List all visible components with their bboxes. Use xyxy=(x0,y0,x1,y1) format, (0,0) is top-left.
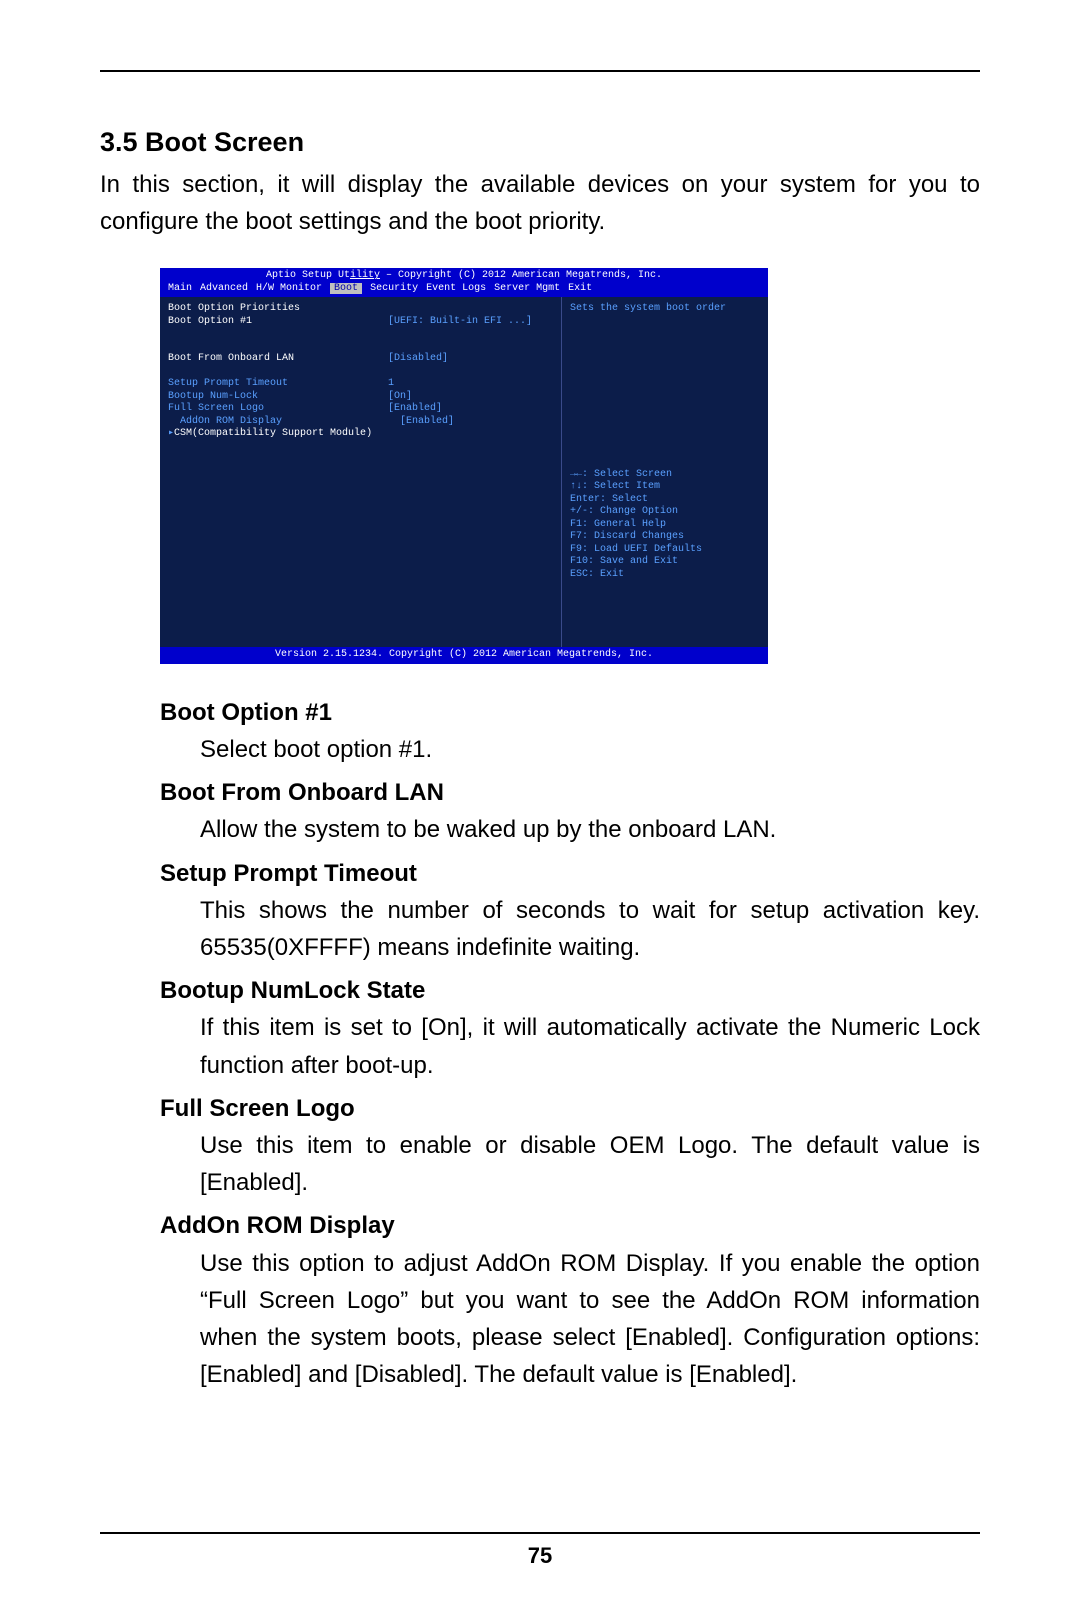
bios-help-line: F9: Load UEFI Defaults xyxy=(570,544,760,557)
bios-footer: Version 2.15.1234. Copyright (C) 2012 Am… xyxy=(160,647,768,664)
bios-row-value: [Enabled] xyxy=(400,416,454,429)
page-number: 75 xyxy=(0,1543,1080,1569)
bios-tab: Server Mgmt xyxy=(494,283,560,294)
definition-item: Boot Option #1Select boot option #1. xyxy=(100,694,980,768)
bios-hint: Sets the system boot order xyxy=(570,303,760,316)
bios-help-line: ESC: Exit xyxy=(570,569,760,582)
bios-row: Bootup Num-Lock[On] xyxy=(168,391,553,404)
bios-left-panel: Boot Option Priorities Boot Option #1[UE… xyxy=(160,297,561,647)
bios-row-value: [Disabled] xyxy=(388,353,448,366)
definition-item: Full Screen LogoUse this item to enable … xyxy=(100,1090,980,1202)
definition-term: Bootup NumLock State xyxy=(100,972,980,1009)
bios-title-right: – Copyright (C) 2012 American Megatrends… xyxy=(380,270,662,281)
bios-row-label: Boot From Onboard LAN xyxy=(168,353,388,366)
bios-tab: H/W Monitor xyxy=(256,283,322,294)
bios-row-value: [Enabled] xyxy=(388,403,442,416)
bios-help-line: F1: General Help xyxy=(570,519,760,532)
section-heading: 3.5 Boot Screen xyxy=(100,127,980,158)
definition-desc: Select boot option #1. xyxy=(100,731,980,768)
bios-screenshot: Aptio Setup Utility – Copyright (C) 2012… xyxy=(160,268,768,664)
bios-help-line: F10: Save and Exit xyxy=(570,556,760,569)
bios-row-value: [On] xyxy=(388,391,412,404)
definition-term: Boot Option #1 xyxy=(100,694,980,731)
bios-row-value: [UEFI: Built-in EFI ...] xyxy=(388,316,532,329)
bios-row-label: Full Screen Logo xyxy=(168,403,388,416)
bios-row-label: Bootup Num-Lock xyxy=(168,391,388,404)
definition-list: Boot Option #1Select boot option #1.Boot… xyxy=(100,694,980,1393)
bios-tab: Event Logs xyxy=(426,283,486,294)
bios-csm-line: CSM(Compatibility Support Module) xyxy=(174,428,372,441)
definition-term: Boot From Onboard LAN xyxy=(100,774,980,811)
bios-help-block: →←: Select Screen↑↓: Select ItemEnter: S… xyxy=(570,469,760,582)
bios-title-bar: Aptio Setup Utility – Copyright (C) 2012… xyxy=(160,268,768,283)
definition-desc: Allow the system to be waked up by the o… xyxy=(100,811,980,848)
bottom-rule xyxy=(100,1532,980,1534)
bios-tab: Security xyxy=(370,283,418,294)
definition-item: Bootup NumLock StateIf this item is set … xyxy=(100,972,980,1084)
bios-help-line: ↑↓: Select Item xyxy=(570,481,760,494)
definition-item: Setup Prompt TimeoutThis shows the numbe… xyxy=(100,855,980,967)
definition-desc: Use this item to enable or disable OEM L… xyxy=(100,1127,980,1201)
definition-desc: If this item is set to [On], it will aut… xyxy=(100,1009,980,1083)
bios-tabs: Main Advanced H/W Monitor Boot Security Event… xyxy=(160,283,768,298)
bios-row-label: Boot Option #1 xyxy=(168,316,388,329)
bios-row-label: Setup Prompt Timeout xyxy=(168,378,388,391)
bios-row-value: 1 xyxy=(388,378,394,391)
bios-help-line: Enter: Select xyxy=(570,494,760,507)
definition-term: Full Screen Logo xyxy=(100,1090,980,1127)
bios-help-line: +/-: Change Option xyxy=(570,506,760,519)
bios-title-underline: ility xyxy=(350,270,380,281)
bios-tab: Exit xyxy=(568,283,592,294)
bios-title-left: Aptio Setup Ut xyxy=(266,270,350,281)
bios-row: AddOn ROM Display[Enabled] xyxy=(168,416,553,429)
bios-tab: Advanced xyxy=(200,283,248,294)
bios-help-line: →←: Select Screen xyxy=(570,469,760,482)
top-rule xyxy=(100,70,980,72)
bios-row: Full Screen Logo[Enabled] xyxy=(168,403,553,416)
bios-tab: Main xyxy=(168,283,192,294)
definition-desc: Use this option to adjust AddOn ROM Disp… xyxy=(100,1245,980,1394)
bios-help-line: F7: Discard Changes xyxy=(570,531,760,544)
definition-item: Boot From Onboard LANAllow the system to… xyxy=(100,774,980,848)
bios-row: Boot From Onboard LAN[Disabled] xyxy=(168,353,553,366)
bios-row-label: AddOn ROM Display xyxy=(168,416,400,429)
section-intro: In this section, it will display the ava… xyxy=(100,166,980,240)
definition-desc: This shows the number of seconds to wait… xyxy=(100,892,980,966)
definition-term: Setup Prompt Timeout xyxy=(100,855,980,892)
bios-group-title: Boot Option Priorities xyxy=(168,303,553,316)
bios-row: Boot Option #1[UEFI: Built-in EFI ...] xyxy=(168,316,553,329)
bios-row: Setup Prompt Timeout1 xyxy=(168,378,553,391)
bios-tab: Boot xyxy=(330,283,362,294)
definition-term: AddOn ROM Display xyxy=(100,1207,980,1244)
definition-item: AddOn ROM DisplayUse this option to adju… xyxy=(100,1207,980,1393)
bios-right-panel: Sets the system boot order →←: Select Sc… xyxy=(561,297,768,647)
